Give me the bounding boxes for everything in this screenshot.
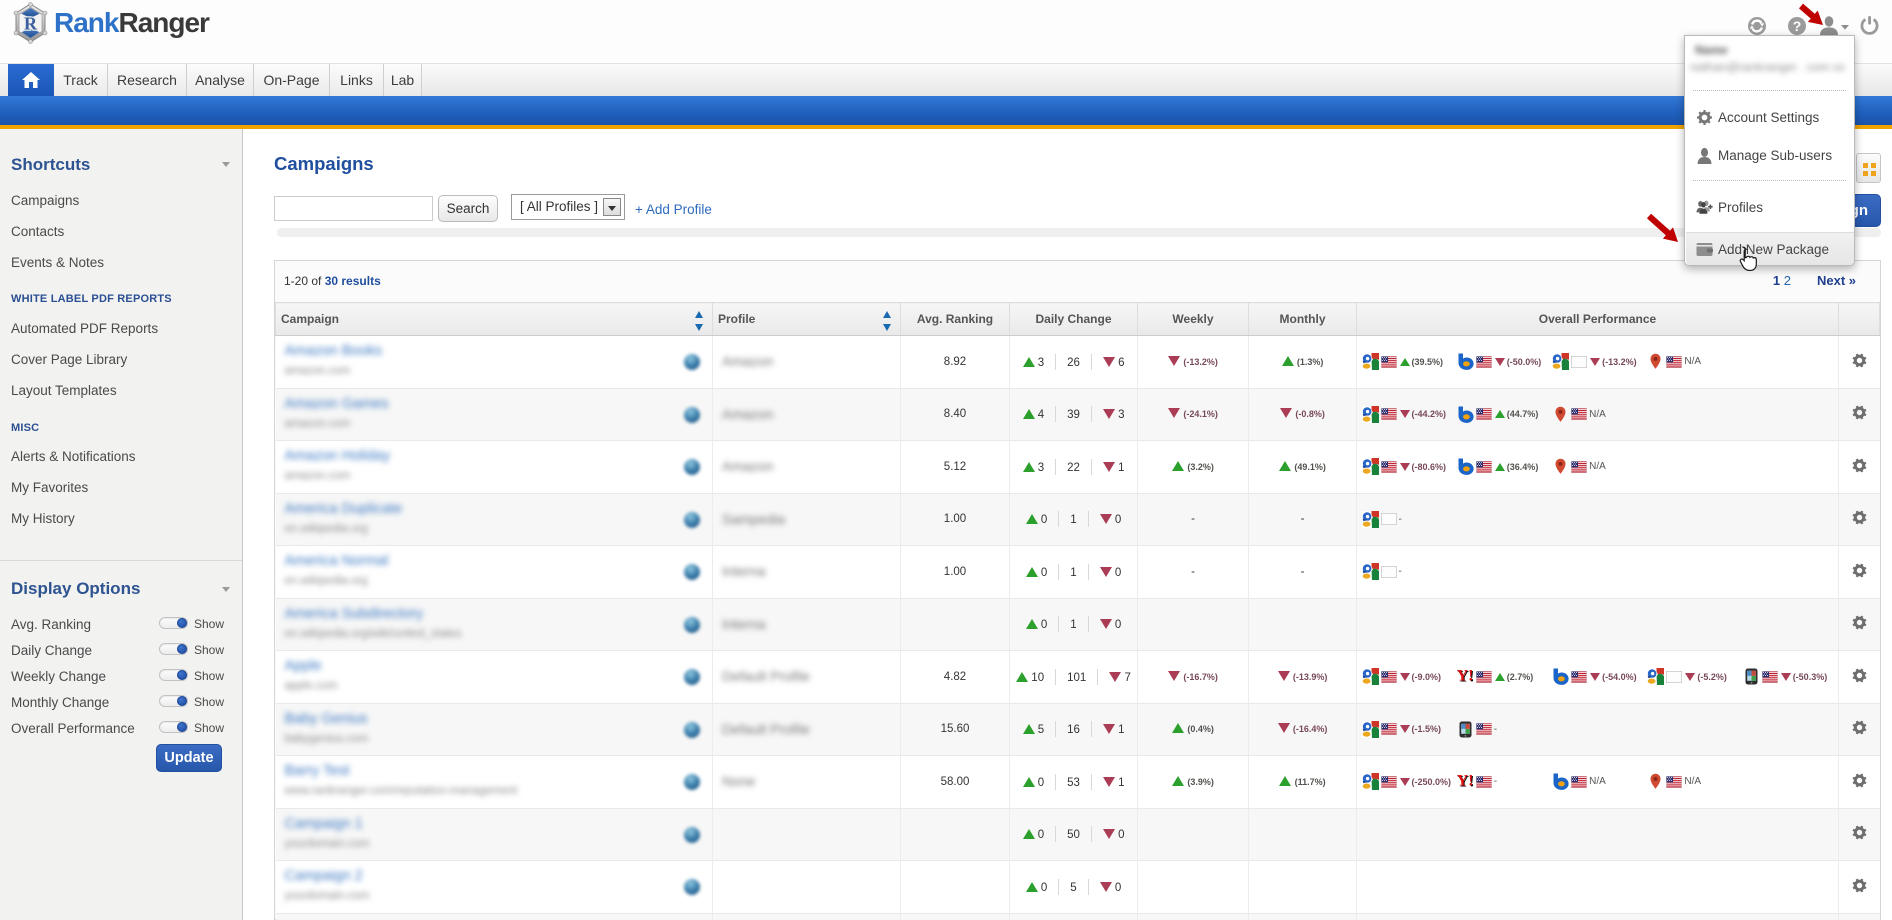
svg-text:R: R [24,14,38,34]
